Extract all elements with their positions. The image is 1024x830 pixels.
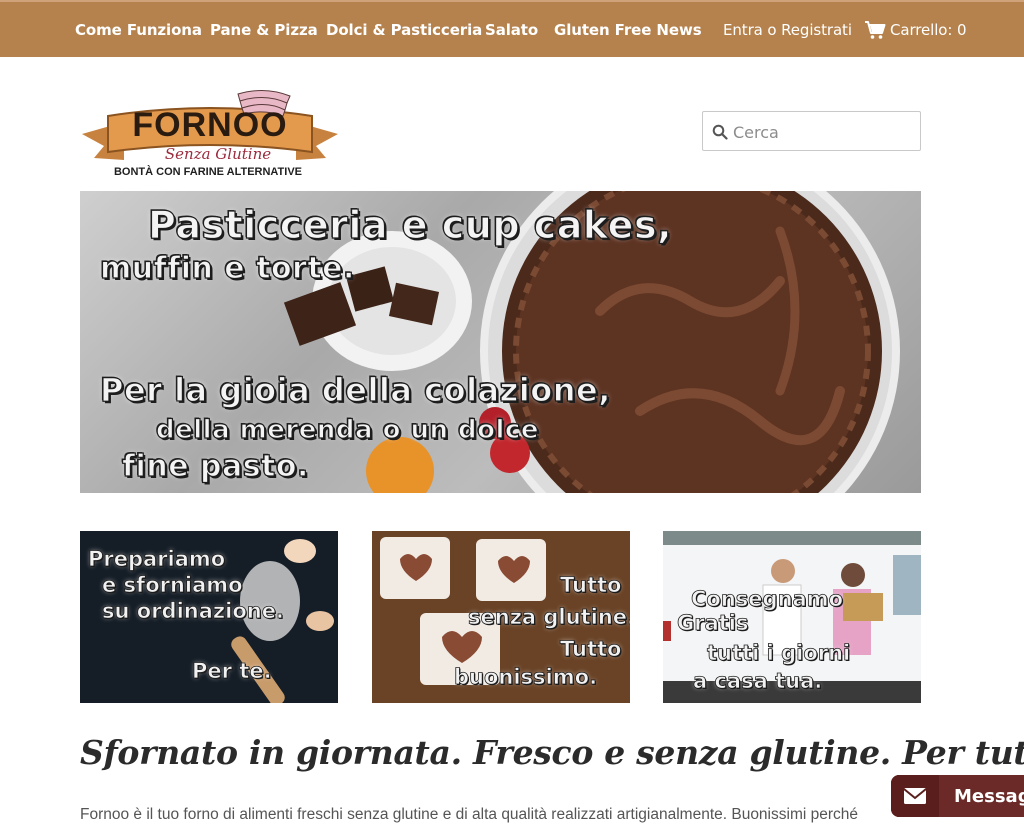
- hero-text-line1: Pasticceria e cup cakes,: [147, 202, 672, 247]
- hero-text-line3: Per la gioia della colazione,: [99, 370, 611, 409]
- nav-item-salato[interactable]: Salato: [485, 21, 538, 39]
- logo-tagline: Senza Glutine: [165, 145, 271, 163]
- nav-item-pane-pizza[interactable]: Pane & Pizza: [210, 21, 318, 39]
- logo-subtitle: BONTÀ CON FARINE ALTERNATIVE: [114, 165, 302, 178]
- feature-tile-made-to-order[interactable]: Prepariamo e sforniamo su ordinazione. P…: [80, 531, 338, 703]
- cart-link[interactable]: Carrello: 0: [890, 21, 967, 39]
- message-icon-box: [891, 775, 939, 817]
- tile3-line4: a casa tua.: [693, 669, 823, 694]
- search-input[interactable]: [733, 120, 913, 144]
- message-widget-button[interactable]: Messag: [891, 775, 1024, 817]
- tile2-line3: Tutto: [560, 637, 622, 662]
- nav-item-come-funziona[interactable]: Come Funziona: [75, 21, 202, 39]
- feature-tile-free-delivery[interactable]: Consegnamo Gratis tutti i giorni a casa …: [663, 531, 921, 703]
- nav-item-gluten-free-news[interactable]: Gluten Free News: [554, 21, 702, 39]
- tile1-line4: Per te.: [192, 659, 272, 684]
- search-box[interactable]: [702, 111, 921, 151]
- search-icon: [712, 124, 728, 140]
- feature-tile-gluten-free[interactable]: Tutto senza glutine. Tutto buonissimo.: [372, 531, 630, 703]
- tile2-line2: senza glutine.: [468, 605, 630, 630]
- tile3-line2: Gratis: [677, 611, 749, 636]
- tile3-line1: Consegnamo: [691, 587, 844, 612]
- section-headline: Sfornato in giornata. Fresco e senza glu…: [80, 733, 1024, 772]
- tile1-line1: Prepariamo: [88, 547, 226, 572]
- cart-icon[interactable]: [864, 20, 886, 40]
- message-widget-label: Messag: [954, 786, 1024, 807]
- hero-text-line5: fine pasto.: [121, 448, 309, 484]
- tile2-line4: buonissimo.: [454, 665, 598, 690]
- hero-text-line2: muffin e torte.: [99, 250, 355, 286]
- tile1-line2: e sforniamo: [102, 573, 243, 598]
- logo-brand: FORNOO: [132, 106, 287, 144]
- hero-text-line4: della merenda o un dolce: [155, 414, 539, 445]
- login-register-link[interactable]: Entra o Registrati: [723, 21, 852, 39]
- envelope-icon: [903, 788, 927, 804]
- tile1-line3: su ordinazione.: [102, 599, 285, 624]
- tile3-line3: tutti i giorni: [707, 641, 851, 666]
- intro-paragraph: Fornoo è il tuo forno di alimenti fresch…: [80, 806, 858, 823]
- tile2-line1: Tutto: [560, 573, 622, 598]
- top-navigation-bar: Come Funziona Pane & Pizza Dolci & Pasti…: [0, 0, 1024, 57]
- nav-item-dolci-pasticceria[interactable]: Dolci & Pasticceria: [326, 21, 482, 39]
- hero-banner[interactable]: Pasticceria e cup cakes, muffin e torte.…: [80, 191, 921, 493]
- fornoo-logo[interactable]: FORNOO Senza Glutine BONTÀ CON FARINE AL…: [80, 86, 340, 186]
